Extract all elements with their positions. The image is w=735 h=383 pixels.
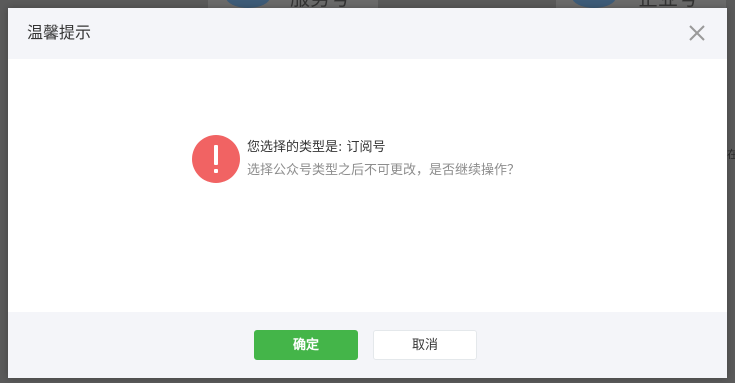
- dialog-title: 温馨提示: [27, 23, 92, 42]
- close-icon[interactable]: [687, 23, 707, 43]
- cancel-button[interactable]: 取消: [373, 330, 477, 360]
- confirm-button[interactable]: 确定: [254, 330, 358, 360]
- background-edge-text: 在: [727, 148, 735, 161]
- background-card-label: 服务号: [290, 0, 350, 8]
- dialog-header: 温馨提示: [8, 8, 727, 59]
- dialog-message-primary: 您选择的类型是: 订阅号: [247, 140, 386, 155]
- dialog-body: 您选择的类型是: 订阅号 选择公众号类型之后不可更改，是否继续操作？: [8, 59, 727, 312]
- dialog-message-secondary: 选择公众号类型之后不可更改，是否继续操作？: [247, 163, 521, 178]
- confirm-dialog: 温馨提示 您选择的类型是: 订阅号 选择公众号类型之后不可更改，是否继续操作？ …: [8, 8, 727, 378]
- exclamation-icon: [192, 135, 240, 183]
- dialog-footer: 确定 取消: [8, 312, 727, 378]
- background-card-label: 企业号: [638, 0, 698, 8]
